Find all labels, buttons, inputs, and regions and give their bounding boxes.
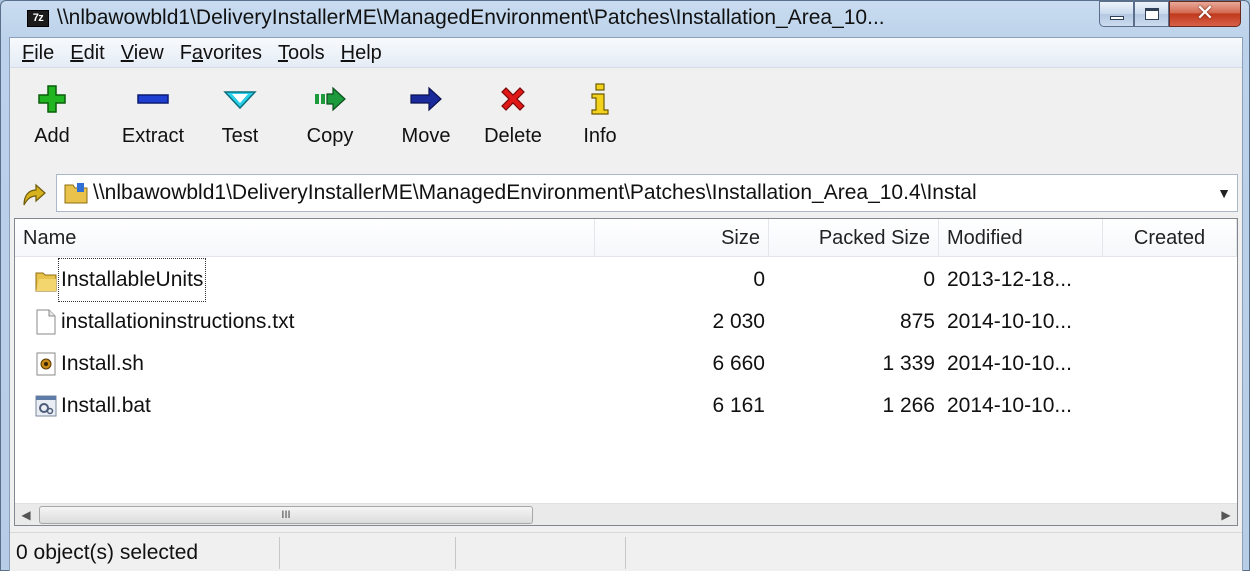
address-path[interactable]: \\nlbawowbld1\DeliveryInstallerME\Manage… xyxy=(93,181,1203,205)
table-row[interactable]: installationinstructions.txt 2 030 875 2… xyxy=(15,301,1237,343)
file-size: 2 030 xyxy=(712,310,765,333)
test-button[interactable]: Test xyxy=(216,77,264,159)
app-window: 7z \\nlbawowbld1\DeliveryInstallerME\Man… xyxy=(0,0,1250,571)
file-modified: 2014-10-10... xyxy=(947,394,1072,417)
maximize-button[interactable] xyxy=(1134,1,1169,27)
delete-x-icon xyxy=(476,77,550,121)
file-size: 0 xyxy=(753,268,765,291)
minimize-icon xyxy=(1109,16,1124,20)
column-header-packed-size[interactable]: Packed Size xyxy=(769,219,939,257)
file-name[interactable]: Install.sh xyxy=(59,343,146,385)
copy-arrow-icon xyxy=(302,77,358,121)
chevron-down-icon[interactable]: ▼ xyxy=(1217,185,1231,201)
address-bar: \\nlbawowbld1\DeliveryInstallerME\Manage… xyxy=(10,171,1242,215)
table-row[interactable]: Install.bat 6 161 1 266 2014-10-10... xyxy=(15,385,1237,427)
info-button[interactable]: Info xyxy=(578,77,622,159)
file-packed-size: 1 339 xyxy=(882,352,935,375)
menu-edit[interactable]: Edit xyxy=(62,39,112,67)
menu-help[interactable]: Help xyxy=(333,39,390,67)
column-header-size[interactable]: Size xyxy=(595,219,769,257)
address-combobox[interactable]: \\nlbawowbld1\DeliveryInstallerME\Manage… xyxy=(56,174,1238,212)
table-row[interactable]: InstallableUnits 0 0 2013-12-18... xyxy=(15,258,1237,302)
file-modified: 2014-10-10... xyxy=(947,352,1072,375)
script-file-icon xyxy=(36,352,56,376)
up-folder-icon xyxy=(23,183,46,206)
horizontal-scrollbar[interactable]: ◀ III ▶ xyxy=(15,503,1237,525)
maximize-icon xyxy=(1144,8,1159,20)
menu-tools[interactable]: Tools xyxy=(270,39,333,67)
window-title: \\nlbawowbld1\DeliveryInstallerME\Manage… xyxy=(57,6,885,29)
file-list[interactable]: Name Size Packed Size Modified Created I… xyxy=(14,218,1238,526)
file-name[interactable]: InstallableUnits xyxy=(57,258,207,302)
file-modified: 2013-12-18... xyxy=(947,268,1072,291)
minimize-button[interactable] xyxy=(1099,1,1134,27)
delete-button[interactable]: Delete xyxy=(476,77,550,159)
file-size: 6 161 xyxy=(712,394,765,417)
text-file-icon xyxy=(36,309,56,335)
status-selected: 0 object(s) selected xyxy=(10,537,280,569)
folder-icon xyxy=(35,272,57,292)
scroll-right-arrow-icon[interactable]: ▶ xyxy=(1215,504,1237,526)
caption-buttons: ✕ xyxy=(1099,1,1241,27)
file-modified: 2014-10-10... xyxy=(947,310,1072,333)
check-chevron-icon xyxy=(216,77,264,121)
status-bar: 0 object(s) selected xyxy=(10,532,1242,571)
menu-file[interactable]: File xyxy=(14,39,62,67)
move-arrow-icon xyxy=(394,77,458,121)
column-header-created[interactable]: Created xyxy=(1103,219,1237,257)
copy-button[interactable]: Copy xyxy=(302,77,358,159)
go-up-button[interactable] xyxy=(20,179,48,207)
minus-icon xyxy=(112,77,194,121)
info-icon xyxy=(578,77,622,121)
file-name[interactable]: installationinstructions.txt xyxy=(59,301,296,343)
plus-icon xyxy=(32,77,72,121)
file-packed-size: 1 266 xyxy=(882,394,935,417)
list-header: Name Size Packed Size Modified Created xyxy=(15,219,1237,257)
file-packed-size: 0 xyxy=(923,268,935,291)
move-button[interactable]: Move xyxy=(394,77,458,159)
menu-view[interactable]: View xyxy=(113,39,172,67)
close-button[interactable]: ✕ xyxy=(1169,1,1241,27)
scroll-left-arrow-icon[interactable]: ◀ xyxy=(15,504,37,526)
7zip-app-icon[interactable]: 7z xyxy=(27,10,49,27)
column-header-name[interactable]: Name xyxy=(15,219,595,257)
menu-bar: File Edit View Favorites Tools Help xyxy=(10,38,1242,68)
status-panel-2 xyxy=(280,537,456,569)
file-size: 6 660 xyxy=(712,352,765,375)
title-bar[interactable]: 7z \\nlbawowbld1\DeliveryInstallerME\Man… xyxy=(1,1,1249,37)
table-row[interactable]: Install.sh 6 660 1 339 2014-10-10... xyxy=(15,343,1237,385)
extract-button[interactable]: Extract xyxy=(112,77,194,159)
add-button[interactable]: Add xyxy=(32,77,72,159)
status-panel-3 xyxy=(456,537,626,569)
batch-file-icon xyxy=(35,395,57,417)
file-packed-size: 875 xyxy=(899,310,935,333)
column-header-modified[interactable]: Modified xyxy=(939,219,1103,257)
menu-favorites[interactable]: Favorites xyxy=(172,39,270,67)
close-icon: ✕ xyxy=(1195,1,1215,26)
scrollbar-thumb[interactable]: III xyxy=(39,506,533,524)
file-name[interactable]: Install.bat xyxy=(59,385,153,427)
folder-icon xyxy=(64,183,88,204)
file-rows: InstallableUnits 0 0 2013-12-18... insta… xyxy=(15,258,1237,427)
client-area: File Edit View Favorites Tools Help Add … xyxy=(9,37,1243,571)
